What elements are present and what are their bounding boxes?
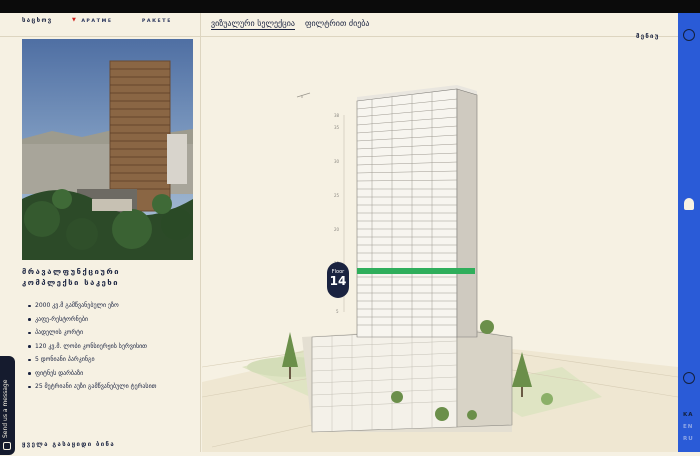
project-title-line2: კომპლექსი საკეხი	[22, 278, 120, 287]
list-item: პადელის კორტი	[28, 326, 156, 340]
list-item: ფიტნეს დარბაზი	[28, 367, 156, 381]
filter-living[interactable]: საცხოვ	[22, 17, 72, 29]
support-icon[interactable]	[683, 372, 695, 384]
view-tabs: ვიზუალური სელექცია ფილტრით ძიება	[211, 19, 369, 30]
chat-icon	[3, 442, 11, 450]
page: საცხოვ ▼ ᴀᴘᴀᴛᴍᴇ ᴘᴀᴋᴇᴛᴇ მრავალფუნქციური კ…	[0, 13, 679, 455]
project-photo	[22, 39, 193, 260]
floor-number: 14	[329, 274, 347, 288]
building-visual: 38 35 30 25 20 15 10 5	[201, 37, 679, 452]
top-bar	[0, 0, 700, 13]
floor-scale-38: 38	[334, 113, 340, 118]
left-panel: საცხოვ ▼ ᴀᴘᴀᴛᴍᴇ ᴘᴀᴋᴇᴛᴇ მრავალფუნქციური კ…	[0, 13, 201, 452]
bell-icon[interactable]	[684, 198, 694, 210]
logo-icon[interactable]	[683, 29, 695, 41]
triangle-down-icon: ▼	[72, 17, 78, 23]
list-item: კაფე-რესტორნები	[28, 313, 156, 327]
lang-ru[interactable]: RU	[683, 436, 694, 442]
floor-indicator[interactable]: Floor 14	[327, 262, 349, 298]
lang-en[interactable]: EN	[683, 424, 693, 430]
list-item: 120 კვ.მ. ლობი კონსიერჟის სერვისით	[28, 340, 156, 354]
floor-scale-35: 35	[334, 125, 340, 130]
floor-scale-20: 20	[334, 227, 340, 232]
floor-scale-5: 5	[336, 309, 339, 314]
tab-visual-selection[interactable]: ვიზუალური სელექცია	[211, 19, 295, 30]
send-message-button[interactable]: Send us a message	[0, 356, 15, 455]
lang-ka[interactable]: KA	[683, 412, 694, 418]
all-sale-apartments-link[interactable]: ყველა გასაყიდი ბინა	[22, 441, 115, 448]
send-message-label: Send us a message	[2, 379, 9, 438]
filter-apartments[interactable]: ▼ ᴀᴘᴀᴛᴍᴇ	[72, 17, 142, 29]
feature-list: 2000 კვ.მ გამწვანებული ეზო კაფე-რესტორნე…	[28, 299, 156, 394]
project-title: მრავალფუნქციური კომპლექსი საკეხი	[22, 266, 192, 288]
highlighted-floor[interactable]	[357, 268, 475, 274]
filter-apartments-label: ᴀᴘᴀᴛᴍᴇ	[81, 17, 113, 24]
list-item: 2000 კვ.მ გამწვანებული ეზო	[28, 299, 156, 313]
filter-tabs: საცხოვ ▼ ᴀᴘᴀᴛᴍᴇ ᴘᴀᴋᴇᴛᴇ	[22, 17, 192, 29]
project-title-line1: მრავალფუნქციური	[22, 267, 121, 276]
filter-parking[interactable]: ᴘᴀᴋᴇᴛᴇ	[142, 17, 192, 29]
right-rail	[678, 13, 700, 452]
floor-scale-25: 25	[334, 193, 340, 198]
tab-filter-search[interactable]: ფილტრით ძიება	[305, 19, 370, 30]
list-item: 25 მეტრიანი აუზი გამწვანებული ტერასით	[28, 380, 156, 394]
list-item: 5 დონიანი პარკინგი	[28, 353, 156, 367]
floor-scale-30: 30	[334, 159, 340, 164]
